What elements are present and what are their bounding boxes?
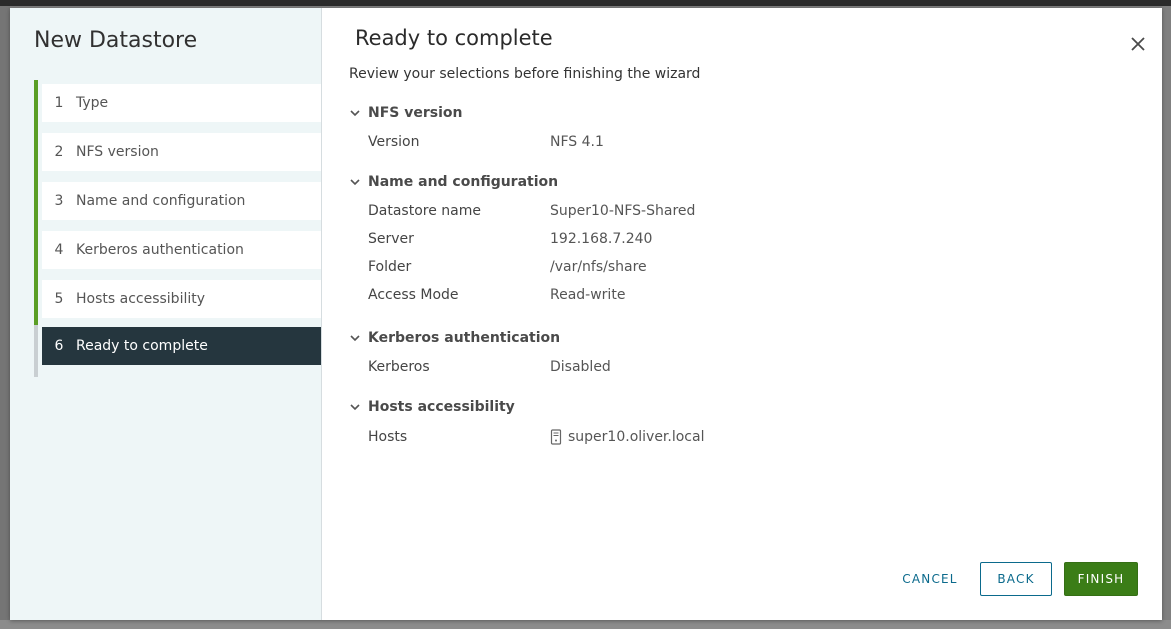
step-label: NFS version bbox=[76, 144, 159, 160]
section-title: Hosts accessibility bbox=[368, 399, 515, 415]
detail-row: Hosts super10.oliver.local bbox=[349, 423, 1049, 451]
back-button[interactable]: BACK bbox=[980, 562, 1052, 596]
detail-key: Server bbox=[368, 231, 414, 247]
wizard-step-hosts-accessibility[interactable]: 5 Hosts accessibility bbox=[34, 276, 321, 325]
host-value: super10.oliver.local bbox=[550, 429, 704, 445]
step-label: Kerberos authentication bbox=[76, 242, 244, 258]
section-header[interactable]: NFS version bbox=[349, 102, 1049, 124]
section-hosts-accessibility: Hosts accessibility Hosts super10.oliver… bbox=[349, 396, 1049, 451]
section-nfs-version: NFS version Version NFS 4.1 bbox=[349, 102, 1049, 156]
step-number: 1 bbox=[54, 95, 64, 111]
wizard-sidebar: New Datastore 1 Type 2 NFS version 3 Nam… bbox=[10, 8, 322, 620]
detail-key: Access Mode bbox=[368, 287, 459, 303]
section-title: Name and configuration bbox=[368, 174, 559, 190]
background-left-panel bbox=[0, 6, 10, 629]
chevron-down-icon bbox=[350, 404, 360, 411]
step-label: Hosts accessibility bbox=[76, 291, 206, 307]
step-box[interactable]: 3 Name and configuration bbox=[42, 182, 321, 220]
page-subtitle: Review your selections before finishing … bbox=[349, 66, 701, 82]
wizard-title: New Datastore bbox=[34, 28, 198, 53]
detail-key: Hosts bbox=[368, 429, 408, 445]
cancel-button[interactable]: CANCEL bbox=[892, 562, 968, 596]
detail-value: 192.168.7.240 bbox=[550, 231, 653, 247]
section-header[interactable]: Kerberos authentication bbox=[349, 327, 1049, 349]
step-number: 6 bbox=[54, 338, 64, 354]
detail-value: NFS 4.1 bbox=[550, 134, 604, 150]
detail-value: Disabled bbox=[550, 359, 611, 375]
close-icon bbox=[1131, 37, 1145, 51]
step-label: Name and configuration bbox=[76, 193, 246, 209]
wizard-step-ready-to-complete[interactable]: 6 Ready to complete bbox=[34, 325, 321, 377]
chevron-down-icon bbox=[350, 335, 360, 342]
step-label: Type bbox=[76, 95, 109, 111]
section-title: NFS version bbox=[368, 105, 463, 121]
detail-row: Kerberos Disabled bbox=[349, 353, 1049, 381]
wizard-content: Ready to complete Review your selections… bbox=[322, 8, 1162, 620]
detail-row: Access Mode Read-write bbox=[349, 281, 1049, 309]
host-name[interactable]: super10.oliver.local bbox=[568, 429, 704, 445]
detail-row: Folder /var/nfs/share bbox=[349, 253, 1049, 281]
detail-key: Kerberos bbox=[368, 359, 430, 375]
new-datastore-dialog: New Datastore 1 Type 2 NFS version 3 Nam… bbox=[10, 8, 1162, 620]
detail-row: Server 192.168.7.240 bbox=[349, 225, 1049, 253]
detail-key: Folder bbox=[368, 259, 412, 275]
step-number: 5 bbox=[54, 291, 64, 307]
step-box-active[interactable]: 6 Ready to complete bbox=[42, 327, 321, 365]
finish-button[interactable]: FINISH bbox=[1064, 562, 1138, 596]
chevron-down-icon bbox=[350, 179, 360, 186]
step-number: 2 bbox=[54, 144, 64, 160]
step-box[interactable]: 2 NFS version bbox=[42, 133, 321, 171]
section-name-and-configuration: Name and configuration Datastore name Su… bbox=[349, 171, 1049, 309]
detail-row: Datastore name Super10-NFS-Shared bbox=[349, 197, 1049, 225]
detail-value: Super10-NFS-Shared bbox=[550, 203, 696, 219]
wizard-step-kerberos-authentication[interactable]: 4 Kerberos authentication bbox=[34, 227, 321, 276]
section-kerberos-authentication: Kerberos authentication Kerberos Disable… bbox=[349, 327, 1049, 381]
step-number: 3 bbox=[54, 193, 64, 209]
background-footer bbox=[0, 620, 1171, 629]
wizard-steps: 1 Type 2 NFS version 3 Name and configur… bbox=[34, 80, 321, 377]
host-icon bbox=[550, 429, 562, 445]
step-number: 4 bbox=[54, 242, 64, 258]
wizard-step-type[interactable]: 1 Type bbox=[34, 80, 321, 129]
detail-key: Version bbox=[368, 134, 420, 150]
detail-value: Read-write bbox=[550, 287, 626, 303]
wizard-step-name-and-configuration[interactable]: 3 Name and configuration bbox=[34, 178, 321, 227]
step-box[interactable]: 4 Kerberos authentication bbox=[42, 231, 321, 269]
step-box[interactable]: 1 Type bbox=[42, 84, 321, 122]
background-right-panel bbox=[1162, 6, 1171, 629]
chevron-down-icon bbox=[350, 110, 360, 117]
section-header[interactable]: Hosts accessibility bbox=[349, 396, 1049, 418]
section-title: Kerberos authentication bbox=[368, 330, 561, 346]
step-label: Ready to complete bbox=[76, 338, 208, 354]
step-box[interactable]: 5 Hosts accessibility bbox=[42, 280, 321, 318]
page-title: Ready to complete bbox=[355, 26, 553, 50]
close-button[interactable] bbox=[1128, 34, 1148, 54]
detail-row: Version NFS 4.1 bbox=[349, 128, 1049, 156]
wizard-step-nfs-version[interactable]: 2 NFS version bbox=[34, 129, 321, 178]
background-header bbox=[0, 0, 1171, 6]
section-header[interactable]: Name and configuration bbox=[349, 171, 1049, 193]
detail-key: Datastore name bbox=[368, 203, 481, 219]
detail-value: /var/nfs/share bbox=[550, 259, 647, 275]
